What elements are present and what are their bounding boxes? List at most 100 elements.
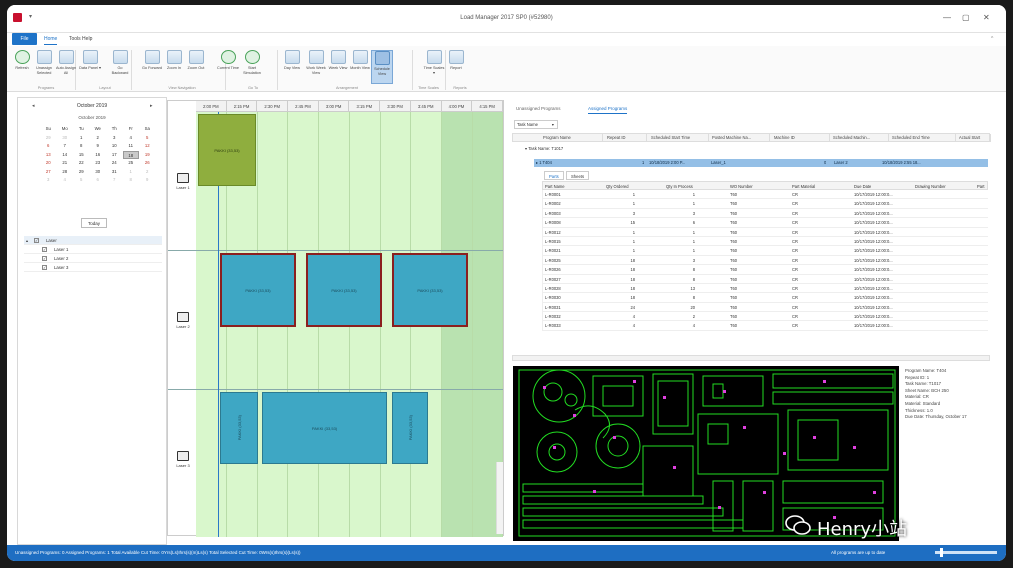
ribbon-data-panel-button[interactable]: Data Panel ▾	[79, 50, 101, 84]
column-header[interactable]: Scheduled Machin...	[831, 134, 889, 142]
tab-parts[interactable]: Parts	[544, 171, 564, 180]
tab-home[interactable]: Home	[44, 33, 58, 45]
calendar-day[interactable]: 21	[57, 159, 74, 168]
table-row[interactable]: L-R0031 24 20 T60 CR 10/17/2019 12:00:0...	[542, 302, 988, 313]
calendar-day[interactable]: 7	[57, 142, 74, 151]
calendar-day[interactable]: 10	[106, 142, 123, 151]
ribbon-go-backward-button[interactable]: Go Backward	[109, 50, 131, 84]
gantt-scrollbar[interactable]	[496, 462, 503, 534]
laser-tree-header[interactable]: ▴ ✓ Laser	[24, 236, 162, 245]
group-row[interactable]: ▾ Task Name: T1017	[525, 146, 563, 151]
table-row[interactable]: L-R0027 18 8 T60 CR 10/17/2019 12:00:0...	[542, 274, 988, 284]
table-row[interactable]: L-R0026 18 8 T60 CR 10/17/2019 12:00:0...	[542, 265, 988, 275]
calendar-day[interactable]: 22	[73, 159, 90, 168]
program-block[interactable]: PAKKI (33,53)	[220, 392, 258, 464]
ribbon-refresh-button[interactable]: Refresh	[11, 50, 33, 84]
calendar-day[interactable]: 4	[123, 134, 140, 143]
calendar-day[interactable]: 9	[90, 142, 107, 151]
column-header[interactable]: Repeat ID	[605, 134, 647, 142]
calendar-day[interactable]: 26	[139, 159, 156, 168]
calendar-day[interactable]: 17	[106, 151, 123, 160]
ribbon-clock-button[interactable]: Current Time	[217, 50, 239, 84]
column-header[interactable]: Scheduled Start Time	[649, 134, 709, 142]
ribbon-undo-button[interactable]: Unassign Selected	[33, 50, 55, 84]
ribbon-week-view-button[interactable]: Week View	[327, 50, 349, 84]
ribbon-month-view-button[interactable]: Month View	[349, 50, 371, 84]
program-block[interactable]: PAKKI (33,53)	[306, 253, 382, 327]
calendar-day[interactable]: 6	[40, 142, 57, 151]
calendar-day[interactable]: 1	[73, 134, 90, 143]
calendar-day[interactable]: 7	[106, 176, 123, 185]
calendar-day[interactable]: 6	[90, 176, 107, 185]
laser-tree-item[interactable]: ✓ Laser 2	[24, 254, 162, 263]
calendar-day[interactable]: 4	[57, 176, 74, 185]
calendar-day[interactable]: 19	[139, 151, 156, 160]
calendar-day[interactable]: 8	[123, 176, 140, 185]
program-block[interactable]: PAKKI (33,53)	[262, 392, 387, 464]
calendar-day[interactable]: 9	[139, 176, 156, 185]
calendar-day[interactable]: 30	[90, 168, 107, 177]
checkbox-icon[interactable]: ✓	[42, 247, 47, 252]
calendar-day[interactable]: 14	[57, 151, 74, 160]
calendar-day[interactable]: 24	[106, 159, 123, 168]
table-row[interactable]: L-R0030 18 8 T60 CR 10/17/2019 12:00:0...	[542, 293, 988, 303]
calendar-day[interactable]: 2	[139, 168, 156, 177]
ribbon-zoom-out-button[interactable]: Zoom Out	[185, 50, 207, 84]
calendar-day[interactable]: 25	[123, 159, 140, 168]
calendar-day[interactable]: 11	[123, 142, 140, 151]
calendar-day[interactable]: 5	[73, 176, 90, 185]
column-header[interactable]: Machine ID	[772, 134, 830, 142]
laser-tree-item[interactable]: ✓ Laser 1	[24, 245, 162, 254]
schedule-gantt[interactable]: 2:00 PM 2:15 PM 2:30 PM 2:45 PM 3:00 PM 3:15 …	[167, 100, 504, 537]
ribbon-go-forward-button[interactable]: Go Forward	[141, 50, 163, 84]
table-row[interactable]: L-R0021 1 1 T60 CR 10/17/2019 12:00:0...	[542, 246, 988, 256]
ribbon-time-scales-button[interactable]: Time Scales ▾	[423, 50, 445, 84]
ribbon-work-week-button[interactable]: Work Week View	[305, 50, 327, 84]
column-header[interactable]: Actual Start	[957, 134, 991, 142]
program-block[interactable]: PAKKI (33,53)	[392, 392, 428, 464]
calendar-day[interactable]: 29	[40, 134, 57, 143]
calendar-day[interactable]: 13	[40, 151, 57, 160]
calendar-day[interactable]: 15	[73, 151, 90, 160]
file-tab[interactable]: File	[12, 33, 37, 45]
calendar-day[interactable]: 23	[90, 159, 107, 168]
table-row[interactable]: L-R0033 4 4 T60 CR 10/17/2019 12:00:0...	[542, 321, 988, 331]
tab-tools-help[interactable]: Tools Help	[69, 33, 92, 45]
maximize-icon[interactable]: ▢	[962, 13, 970, 22]
column-header[interactable]: Scheduled End Time	[890, 134, 956, 142]
table-row[interactable]: L-R0012 1 1 T60 CR 10/17/2019 12:00:0...	[542, 227, 988, 237]
calendar-day[interactable]: 28	[57, 168, 74, 177]
calendar-day[interactable]: 16	[90, 151, 107, 160]
checkbox-icon[interactable]: ✓	[42, 265, 47, 270]
calendar-day[interactable]: 2	[90, 134, 107, 143]
ribbon-simulation-button[interactable]: Start Simulation	[241, 50, 263, 84]
table-row[interactable]: L-R0032 4 2 T60 CR 10/17/2019 12:00:0...	[542, 312, 988, 322]
calendar-day[interactable]: 30	[57, 134, 74, 143]
tab-unassigned-programs[interactable]: Unassigned Programs	[516, 104, 561, 114]
table-row[interactable]: L-R0003 3 3 T60 CR 10/17/2019 12:00:0...	[542, 208, 988, 219]
close-icon[interactable]: ✕	[983, 13, 990, 22]
filter-dropdown[interactable]: Task Name ▾	[514, 120, 558, 129]
calendar-day[interactable]: 27	[40, 168, 57, 177]
calendar-day[interactable]: 5	[139, 134, 156, 143]
calendar-day[interactable]: 1	[123, 168, 140, 177]
checkbox-icon[interactable]: ✓	[34, 238, 39, 243]
zoom-slider-thumb[interactable]	[940, 548, 943, 557]
selected-program-row[interactable]: ▸ 1 T404 1 10/18/2019 2:00 P... Laser_1 …	[534, 159, 988, 167]
horizontal-scrollbar[interactable]	[512, 355, 990, 361]
ribbon-schedule-view-button[interactable]: Schedule View	[371, 50, 393, 84]
table-row[interactable]: L-R0001 1 1 T60 CR 10/17/2019 12:00:0...	[542, 190, 988, 200]
table-row[interactable]: L-R0025 18 3 T60 CR 10/17/2019 12:00:0...	[542, 255, 988, 266]
calendar-day[interactable]: 12	[139, 142, 156, 151]
ribbon-report-button[interactable]: Report	[445, 50, 467, 84]
table-row[interactable]: L-R0028 18 13 T60 CR 10/17/2019 12:00:0...	[542, 283, 988, 294]
column-header[interactable]: Program Name	[541, 134, 603, 142]
tab-assigned-programs[interactable]: Assigned Programs	[588, 104, 628, 114]
minimize-icon[interactable]: —	[943, 13, 951, 22]
calendar-day[interactable]: 8	[73, 142, 90, 151]
table-row[interactable]: L-R0008 15 6 T60 CR 10/17/2019 12:00:0...	[542, 218, 988, 228]
calendar-day[interactable]: 31	[106, 168, 123, 177]
tab-sheets[interactable]: Sheets	[566, 171, 590, 180]
checkbox-icon[interactable]: ✓	[42, 256, 47, 261]
ribbon-day-view-button[interactable]: Day View	[281, 50, 303, 84]
